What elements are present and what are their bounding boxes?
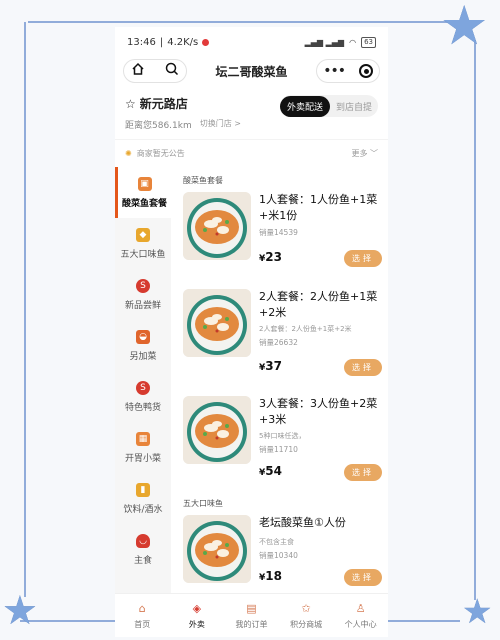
tab-points-mall[interactable]: ✩ 积分商城: [279, 594, 334, 637]
dish-description: 2人套餐：2人份鱼+1菜+2米: [259, 325, 352, 333]
switch-store-link[interactable]: 切换门店 >: [200, 118, 241, 131]
frame-right-line: [474, 40, 476, 600]
bottom-tab-bar: ⌂ 首页 ◈ 外卖 ▤ 我的订单 ✩ 积分商城 ♙ 个人中心: [115, 593, 388, 637]
profile-icon: ♙: [355, 601, 366, 615]
mode-delivery-button[interactable]: 外卖配送: [279, 95, 330, 117]
dish-sales: 销量10340: [259, 551, 298, 560]
category-item-extra[interactable]: ◒ 另加菜: [115, 320, 171, 371]
select-button[interactable]: 选择: [344, 250, 382, 267]
wifi-icon: ◠: [349, 37, 357, 47]
notice-bar[interactable]: ✺ 商家暂无公告 更多 ﹀: [115, 139, 388, 167]
dish-photo: [183, 192, 251, 260]
star-outline-icon[interactable]: ☆: [125, 97, 136, 111]
store-distance: 距离您586.1km: [125, 121, 192, 131]
dish-photo: [183, 289, 251, 357]
dish-description: 不包含主食: [259, 538, 294, 546]
dish-name: 3人套餐：3人份鱼+2菜+3米: [259, 397, 378, 426]
dish-list: 酸菜鱼套餐 1人套餐：1人份鱼+1菜+米1份 销量14539 ¥23 选择 2人…: [171, 167, 388, 597]
dish-sales: 销量14539: [259, 228, 298, 237]
section-title: 酸菜鱼套餐: [183, 176, 223, 185]
dish-price: ¥18: [259, 569, 282, 583]
rice-bowl-icon: ◡: [136, 533, 150, 548]
bulb-icon: ✺: [125, 149, 132, 158]
category-item-duck[interactable]: S 特色鸭货: [115, 371, 171, 422]
tab-orders[interactable]: ▤ 我的订单: [224, 594, 279, 637]
notice-more-link[interactable]: 更多 ﹀: [351, 148, 378, 159]
drink-icon: ▮: [136, 482, 150, 497]
dish-name: 老坛酸菜鱼①人份: [259, 516, 346, 529]
category-item-fish[interactable]: ◆ 五大口味鱼: [115, 218, 171, 269]
star-decoration-icon: ★: [440, 0, 489, 57]
dish-description: 5种口味任选，: [259, 432, 306, 440]
select-button[interactable]: 选择: [344, 569, 382, 586]
dish-price: ¥23: [259, 250, 282, 264]
list-item[interactable]: 3人套餐：3人份鱼+2菜+3米 5种口味任选， 销量11710 ¥54 选择: [183, 396, 382, 498]
status-time: 13:46: [127, 36, 156, 48]
recording-dot-icon: [202, 38, 210, 46]
order-icon: ▤: [246, 601, 257, 615]
list-item[interactable]: 1人套餐：1人份鱼+1菜+米1份 销量14539 ¥23 选择: [183, 192, 382, 289]
home-icon: ⌂: [138, 601, 146, 615]
tab-home[interactable]: ⌂ 首页: [115, 594, 170, 637]
page-title: 坛二哥酸菜鱼: [215, 64, 288, 79]
home-icon[interactable]: [130, 62, 146, 80]
category-item-drinks[interactable]: ▮ 饮料/酒水: [115, 473, 171, 524]
select-button[interactable]: 选择: [344, 464, 382, 481]
category-item-new[interactable]: S 新品尝鲜: [115, 269, 171, 320]
category-sidebar: ▣ 酸菜鱼套餐 ◆ 五大口味鱼 S 新品尝鲜 ◒ 另加菜 S 特色鸭货 ▦ 开胃…: [115, 167, 171, 597]
notice-text: 商家暂无公告: [136, 149, 185, 158]
category-item-appetizer[interactable]: ▦ 开胃小菜: [115, 422, 171, 473]
battery-icon: 63: [361, 36, 376, 48]
star-decoration-icon: ★: [462, 592, 493, 632]
target-icon[interactable]: [359, 64, 373, 78]
fish-icon: ◆: [136, 227, 150, 242]
tab-takeout[interactable]: ◈ 外卖: [170, 594, 225, 637]
dish-price: ¥54: [259, 464, 282, 478]
menu-content: ▣ 酸菜鱼套餐 ◆ 五大口味鱼 S 新品尝鲜 ◒ 另加菜 S 特色鸭货 ▦ 开胃…: [115, 167, 388, 597]
appetizer-icon: ▦: [136, 431, 150, 446]
dish-sales: 销量11710: [259, 445, 298, 454]
dish-name: 1人套餐：1人份鱼+1菜+米1份: [259, 193, 378, 222]
nav-left-capsule: [123, 59, 187, 83]
dish-sales: 销量26632: [259, 338, 298, 347]
frame-left-line: [24, 22, 26, 597]
takeout-icon: ◈: [192, 601, 202, 615]
dish-price: ¥37: [259, 359, 282, 373]
search-icon[interactable]: [164, 62, 180, 80]
new-badge-icon: S: [136, 278, 150, 293]
store-name: 新元路店: [139, 97, 188, 111]
frame-top-line: [28, 21, 468, 23]
more-dots-icon[interactable]: •••: [323, 63, 346, 79]
tab-profile[interactable]: ♙ 个人中心: [333, 594, 388, 637]
phone-screen: 13:46 | 4.2K/s ▂▄▆ ▂▄▆ ◠ 63 坛二哥酸菜鱼 ••• ☆…: [115, 27, 388, 637]
dish-name: 2人套餐：2人份鱼+1菜+2米: [259, 290, 378, 319]
section-title: 五大口味鱼: [183, 499, 223, 508]
star-decoration-icon: ★: [2, 588, 38, 634]
takeout-bag-icon: ▣: [137, 176, 152, 191]
mode-pickup-button[interactable]: 到店自提: [330, 100, 378, 113]
status-bar: 13:46 | 4.2K/s ▂▄▆ ▂▄▆ ◠ 63: [115, 27, 388, 57]
category-item-staple[interactable]: ◡ 主食: [115, 524, 171, 575]
delivery-mode-toggle: 外卖配送 到店自提: [279, 95, 378, 117]
signal-icon: ▂▄▆ ▂▄▆: [304, 37, 345, 47]
mini-program-capsule: •••: [316, 59, 380, 83]
dish-photo: [183, 515, 251, 583]
status-speed: 4.2K/s: [167, 36, 199, 48]
store-header: ☆ 新元路店 距离您586.1km 切换门店 > 外卖配送 到店自提: [115, 85, 388, 131]
category-item-combo[interactable]: ▣ 酸菜鱼套餐: [115, 167, 171, 218]
points-mall-icon: ✩: [301, 601, 311, 615]
select-button[interactable]: 选择: [344, 359, 382, 376]
dish-icon: ◒: [136, 329, 150, 344]
nav-bar: 坛二哥酸菜鱼 •••: [115, 57, 388, 85]
list-item[interactable]: 2人套餐：2人份鱼+1菜+2米 2人套餐：2人份鱼+1菜+2米 销量26632 …: [183, 289, 382, 396]
duck-icon: S: [136, 380, 150, 395]
dish-photo: [183, 396, 251, 464]
list-item[interactable]: 老坛酸菜鱼①人份 不包含主食 销量10340 ¥18 选择: [183, 515, 382, 597]
